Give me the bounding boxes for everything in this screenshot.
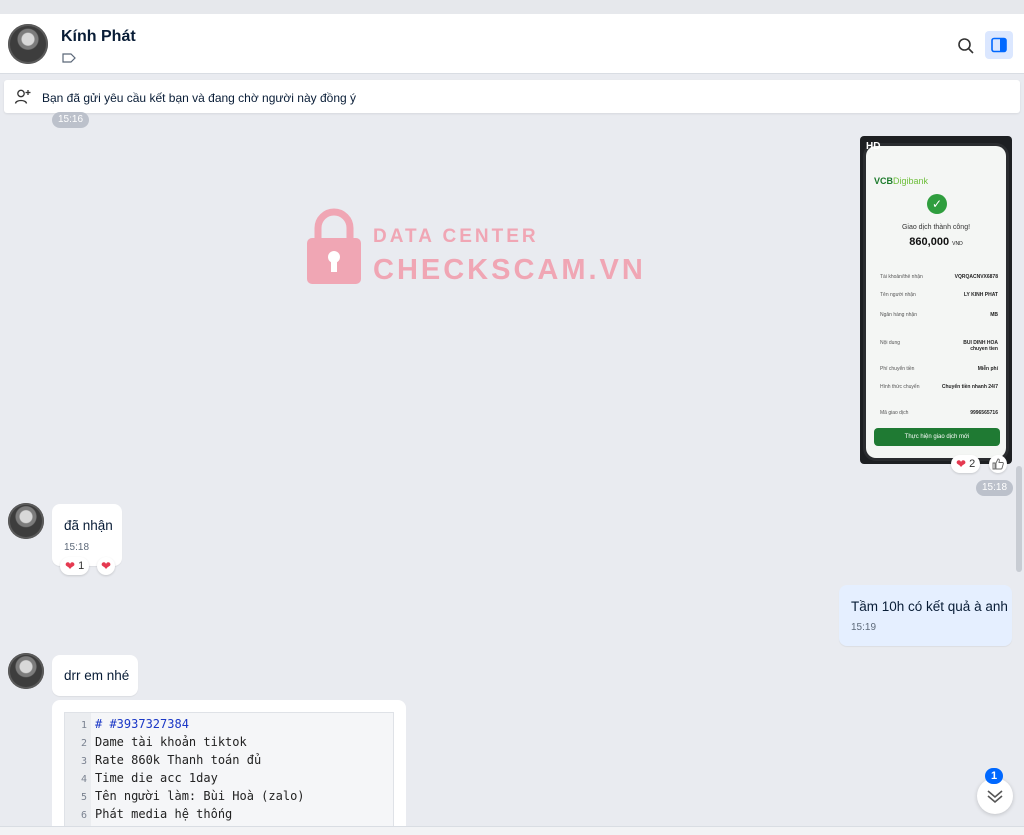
chat-scrollbar[interactable] <box>1016 466 1022 572</box>
new-transaction-button: Thực hiện giao dịch mới <box>874 428 1000 446</box>
phone-screenshot: VCBDigibank ✓ Giao dịch thành công! 860,… <box>866 146 1006 458</box>
hd-badge: HD <box>866 141 881 152</box>
message-time: 15:19 <box>851 622 877 633</box>
lock-icon <box>307 208 361 284</box>
line-number: 6 <box>80 810 87 821</box>
receipt-row-label: Mã giao dịch <box>880 410 909 416</box>
code-text: Dame tài khoản tiktok <box>95 735 247 749</box>
bank-logo-suffix: Digibank <box>893 176 929 186</box>
code-text: Time die acc 1day <box>95 771 218 785</box>
sender-avatar[interactable] <box>8 653 44 689</box>
received-message-bubble[interactable]: drr em nhé <box>52 655 138 696</box>
tag-icon[interactable] <box>62 52 76 64</box>
code-text: Rate 860k Thanh toán đủ <box>95 753 262 767</box>
receipt-row: Ngân hàng nhận MB <box>880 312 998 318</box>
transfer-amount-value: 860,000 <box>909 236 950 248</box>
photo-time: 15:18 <box>976 480 1014 496</box>
success-check-icon: ✓ <box>927 194 947 214</box>
heart-icon: ❤ <box>100 559 112 573</box>
receipt-row-label: Tên người nhận <box>880 292 916 298</box>
heart-react-button[interactable]: ❤ <box>97 557 115 575</box>
receipt-row: Tài khoản/thẻ nhận VQRQACNVX6878 <box>880 274 998 280</box>
sender-avatar[interactable] <box>8 503 44 539</box>
receipt-row-value: BUI DINH HOA chuyen tien <box>963 340 998 352</box>
transfer-amount: 860,000 VND <box>866 236 1006 248</box>
friend-request-text: Bạn đã gửi yêu cầu kết bạn và đang chờ n… <box>42 91 357 105</box>
side-panel-icon[interactable] <box>985 31 1013 59</box>
receipt-row: Hình thức chuyển Chuyển tiền nhanh 24/7 <box>880 384 998 390</box>
receipt-row-value: Chuyển tiền nhanh 24/7 <box>941 384 998 390</box>
chat-header: Kính Phát <box>0 14 1024 74</box>
receipt-row-label: Hình thức chuyển <box>880 384 920 390</box>
receipt-row-value: VQRQACNVX6878 <box>954 274 998 280</box>
receipt-row: Phí chuyển tiền Miễn phí <box>880 366 998 372</box>
thumbs-up-icon <box>992 458 1004 470</box>
double-chevron-down-icon <box>987 790 1003 804</box>
receipt-row-value: MB <box>990 312 998 318</box>
reaction-count: 1 <box>78 560 85 572</box>
message-text: Tầm 10h có kết quả à anh <box>851 599 1008 614</box>
heart-icon: ❤ <box>65 559 76 573</box>
receipt-row-value: 9996565716 <box>970 410 998 416</box>
receipt-row-label: Ngân hàng nhận <box>880 312 917 318</box>
contact-name[interactable]: Kính Phát <box>61 28 136 46</box>
code-block[interactable]: 1 # #3937327384 2 Dame tài khoản tiktok 3R… <box>64 712 394 835</box>
like-react-button[interactable] <box>989 455 1007 473</box>
code-line: 2 Dame tài khoản tiktok <box>65 733 247 751</box>
transfer-amount-unit: VND <box>952 241 963 247</box>
receipt-row-label: Tài khoản/thẻ nhận <box>880 274 923 280</box>
watermark: DATA CENTER CHECKSCAM.VN <box>305 208 645 288</box>
reaction-count: 2 <box>969 458 976 470</box>
message-text: đã nhận <box>64 518 113 533</box>
code-text: # #3937327384 <box>95 717 189 731</box>
message-text: drr em nhé <box>64 668 130 683</box>
contact-avatar[interactable] <box>8 24 48 64</box>
receipt-row-label: Phí chuyển tiền <box>880 366 915 372</box>
reaction-summary[interactable]: ❤ 1 <box>60 557 90 575</box>
user-add-icon <box>14 89 31 104</box>
code-line: 3 Rate 860k Thanh toán đủ <box>65 751 261 769</box>
message-time: 15:18 <box>64 542 90 553</box>
code-line: 6 Phát media hệ thống <box>65 805 232 823</box>
time-divider: 15:16 <box>52 112 90 128</box>
watermark-line1: DATA CENTER <box>373 226 539 247</box>
watermark-line2: CHECKSCAM.VN <box>373 254 646 286</box>
receipt-row-label: Nội dung <box>880 340 901 346</box>
code-message-card[interactable]: 1 # #3937327384 2 Dame tài khoản tiktok 3R… <box>52 700 406 835</box>
bank-logo-text: VCB <box>874 176 894 186</box>
receipt-row: Tên người nhận LY KINH PHAT <box>880 292 998 298</box>
code-line: 4 Time die acc 1day <box>65 769 218 787</box>
search-icon[interactable] <box>953 33 979 59</box>
code-line: 1 # #3937327384 <box>65 715 189 733</box>
bank-logo: VCBDigibank <box>874 176 928 186</box>
code-text: Tên người làm: Bùi Hoà (zalo) <box>95 789 305 803</box>
receipt-row: Mã giao dịch 9996565716 <box>880 410 998 416</box>
receipt-row-value: LY KINH PHAT <box>963 292 998 298</box>
transfer-receipt-image[interactable]: VCBDigibank ✓ Giao dịch thành công! 860,… <box>860 136 1012 464</box>
unread-count-badge: 1 <box>985 768 1003 784</box>
receipt-row: Nội dung BUI DINH HOA chuyen tien <box>880 340 998 352</box>
received-message-bubble[interactable]: đã nhận 15:18 <box>52 504 122 566</box>
heart-icon: ❤ <box>956 457 967 471</box>
reaction-summary[interactable]: ❤ 2 <box>951 455 981 473</box>
transfer-status: Giao dịch thành công! <box>901 224 971 231</box>
friend-request-banner: Bạn đã gửi yêu cầu kết bạn và đang chờ n… <box>4 80 1020 113</box>
window-top-gap <box>0 0 1024 14</box>
code-text: Phát media hệ thống <box>95 807 233 821</box>
sent-message-bubble[interactable]: Tầm 10h có kết quả à anh 15:19 <box>839 585 1012 646</box>
receipt-row-value: Miễn phí <box>977 366 998 372</box>
code-line: 5 Tên người làm: Bùi Hoà (zalo) <box>65 787 305 805</box>
